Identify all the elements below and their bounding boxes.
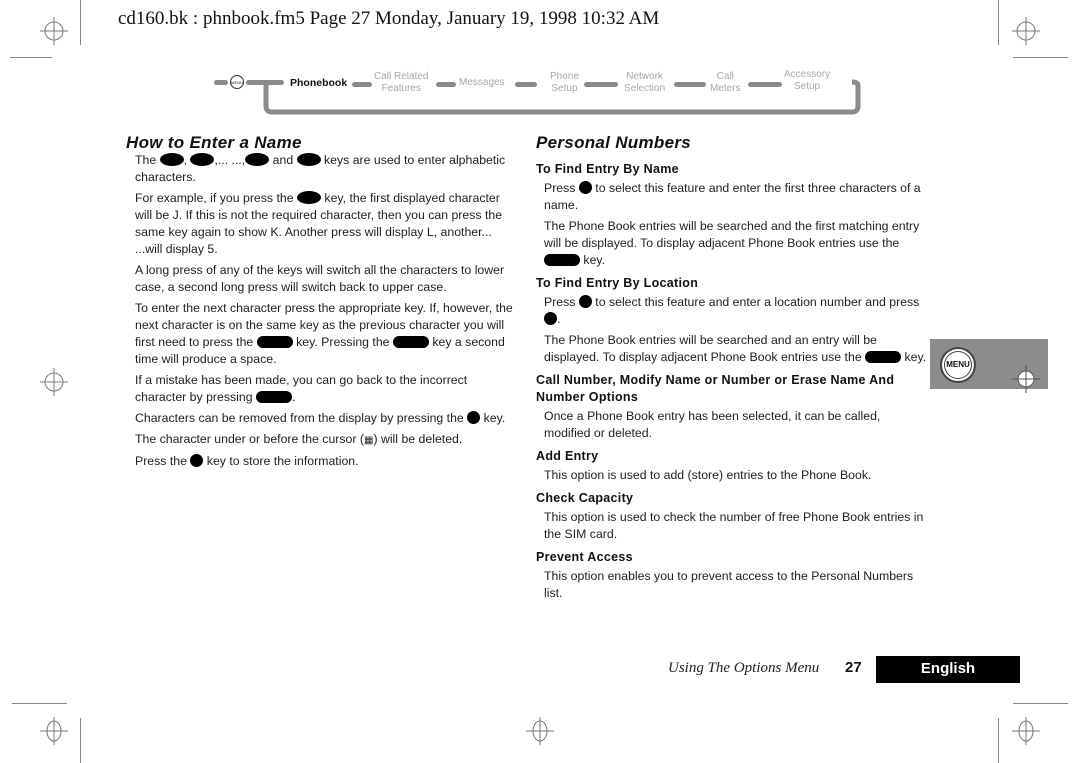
section-title-enter-name: How to Enter a Name bbox=[126, 133, 302, 152]
paragraph: The Phone Book entries will be searched … bbox=[544, 333, 927, 364]
registration-mark-icon bbox=[40, 717, 68, 745]
subheading-add-entry: Add Entry bbox=[536, 449, 599, 463]
left-column: The , ,... ..., and keys are used to ent… bbox=[135, 152, 517, 474]
paragraph: For example, if you press the key, the f… bbox=[135, 191, 503, 256]
language-tab: English bbox=[876, 656, 1020, 683]
scroll-key-icon bbox=[865, 351, 902, 363]
registration-mark-icon bbox=[40, 17, 68, 45]
subheading-prevent-access: Prevent Access bbox=[536, 550, 633, 564]
nav-track bbox=[214, 79, 861, 115]
nav-connector bbox=[352, 82, 372, 87]
menu-button-icon: MENU bbox=[940, 347, 976, 383]
menu-thumb-tab: MENU bbox=[930, 339, 1048, 393]
nav-item-call-related-features[interactable]: Call Related Features bbox=[374, 71, 428, 95]
paragraph: Press to select this feature and enter a… bbox=[544, 295, 920, 326]
ok-key-icon bbox=[190, 454, 204, 467]
section-title-personal-numbers: Personal Numbers bbox=[536, 133, 692, 152]
ok-key-icon bbox=[578, 295, 592, 308]
clear-key-icon bbox=[467, 411, 481, 424]
paragraph: A long press of any of the keys will swi… bbox=[135, 263, 505, 294]
nav-connector bbox=[584, 82, 618, 87]
nav-connector bbox=[748, 82, 782, 87]
crop-mark bbox=[80, 0, 81, 45]
ok-key-icon bbox=[578, 181, 592, 194]
registration-mark-icon bbox=[40, 368, 68, 396]
paragraph: The character under or before the cursor… bbox=[135, 431, 517, 449]
paragraph: Characters can be removed from the displ… bbox=[135, 411, 506, 425]
nav-item-network-selection[interactable]: Network Selection bbox=[624, 71, 665, 95]
crop-mark bbox=[80, 718, 81, 763]
scroll-key-icon bbox=[544, 254, 580, 266]
key-icon bbox=[297, 191, 321, 204]
paragraph: The , ,... ..., and keys are used to ent… bbox=[135, 153, 506, 184]
nav-item-messages[interactable]: Messages bbox=[459, 77, 505, 89]
key-icon bbox=[190, 153, 215, 166]
menu-navigation-bar: MENU Phonebook Call Related Features Mess… bbox=[212, 68, 866, 116]
registration-mark-icon bbox=[1012, 365, 1040, 393]
paragraph: If a mistake has been made, you can go b… bbox=[135, 373, 468, 404]
nav-connector bbox=[515, 82, 537, 87]
nav-item-accessory-setup[interactable]: Accessory Setup bbox=[784, 69, 830, 93]
subheading-find-by-name: To Find Entry By Name bbox=[536, 162, 679, 176]
key-icon bbox=[296, 153, 321, 166]
page-number: 27 bbox=[845, 659, 862, 676]
paragraph: This option is used to check the number … bbox=[544, 510, 924, 541]
subheading-check-capacity: Check Capacity bbox=[536, 491, 634, 505]
paragraph: Press to select this feature and enter t… bbox=[544, 181, 921, 212]
ok-key-icon bbox=[544, 312, 557, 325]
crop-mark bbox=[12, 703, 67, 704]
paragraph: To enter the next character press the ap… bbox=[135, 301, 513, 366]
crop-mark bbox=[998, 0, 999, 45]
footer-section-title: Using The Options Menu bbox=[668, 660, 820, 676]
print-slug: cd160.bk : phnbook.fm5 Page 27 Monday, J… bbox=[118, 8, 660, 29]
key-icon bbox=[159, 153, 184, 166]
registration-mark-icon bbox=[526, 717, 554, 745]
subheading-call-modify-erase: Call Number, Modify Name or Number or Er… bbox=[536, 373, 895, 404]
registration-mark-icon bbox=[1012, 17, 1040, 45]
menu-icon: MENU bbox=[230, 75, 244, 89]
right-arrow-key-icon bbox=[256, 336, 293, 348]
nav-item-call-meters[interactable]: Call Meters bbox=[710, 71, 741, 95]
crop-mark bbox=[1013, 57, 1068, 58]
nav-connector bbox=[436, 82, 456, 87]
nav-item-phonebook[interactable]: Phonebook bbox=[290, 77, 347, 89]
nav-item-phone-setup[interactable]: Phone Setup bbox=[550, 71, 579, 95]
paragraph: Once a Phone Book entry has been selecte… bbox=[544, 409, 881, 440]
crop-mark bbox=[10, 57, 52, 58]
paragraph: This option is used to add (store) entri… bbox=[544, 468, 872, 482]
paragraph: The Phone Book entries will be searched … bbox=[544, 219, 920, 267]
registration-mark-icon bbox=[1012, 717, 1040, 745]
subheading-find-by-location: To Find Entry By Location bbox=[536, 276, 699, 290]
right-column: To Find Entry By Name Press to select th… bbox=[536, 155, 928, 606]
key-icon bbox=[245, 153, 270, 166]
paragraph: Press the key to store the information. bbox=[135, 454, 359, 468]
crop-mark bbox=[1013, 703, 1068, 704]
left-arrow-key-icon bbox=[255, 391, 292, 403]
nav-connector bbox=[674, 82, 706, 87]
right-arrow-key-icon bbox=[392, 336, 429, 348]
paragraph: This option enables you to prevent acces… bbox=[544, 569, 914, 600]
crop-mark bbox=[998, 718, 999, 763]
